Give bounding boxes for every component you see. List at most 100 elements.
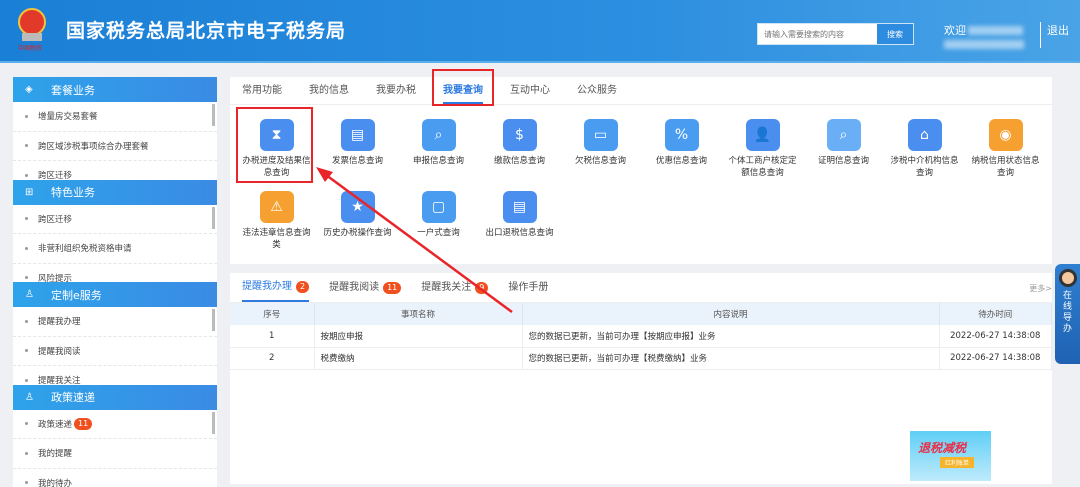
more-link[interactable]: 更多> (1029, 283, 1052, 294)
svg-text:中国税务: 中国税务 (18, 44, 42, 52)
sidebar-item[interactable]: 跨区域涉税事项综合办理套餐 (13, 132, 217, 161)
logout-link[interactable]: 退出 (1047, 22, 1069, 38)
tab-1[interactable]: 我的信息 (309, 77, 349, 104)
function-item[interactable]: ★ 历史办税操作查询 (317, 185, 398, 257)
function-label: 纳税信用状态信息查询 (971, 156, 1040, 178)
guide-char: 在 (1062, 291, 1072, 301)
function-label: 优惠信息查询 (655, 156, 707, 166)
sidebar-item-label: 跨区迁移 (38, 171, 73, 180)
count-badge: 11 (74, 417, 93, 430)
function-item[interactable]: 👤 个体工商户核定定额信息查询 (722, 113, 803, 185)
sidebar-item[interactable]: 非营利组织免税资格申请 (13, 234, 217, 264)
money-bag-icon: $ (502, 119, 537, 151)
main-tabs: 常用功能 我的信息 我要办税 我要查询 互动中心 公众服务 (230, 77, 1052, 105)
user-icon: ♙ (25, 289, 34, 300)
banner-subtitle: 红利账单 (940, 457, 975, 468)
sidebar-section-header[interactable]: ♙ 政策速递 (13, 384, 217, 410)
table-cell: 2022-06-27 14:38:08 (939, 347, 1052, 370)
function-item[interactable]: ⌕ 申报信息查询 (398, 113, 479, 185)
tab-0[interactable]: 常用功能 (242, 77, 282, 104)
sidebar-section-header[interactable]: ◈ 套餐业务 (13, 77, 217, 102)
sidebar-item-label: 我的提醒 (38, 449, 73, 460)
function-item[interactable]: % 优惠信息查询 (641, 113, 722, 185)
tax-refund-banner[interactable]: 退税减税 红利账单 (910, 431, 991, 481)
tab-4[interactable]: 互动中心 (510, 77, 550, 104)
sidebar-section-header[interactable]: ⊞ 特色业务 (13, 179, 217, 205)
sidebar-item[interactable]: 提醒我办理 (13, 307, 217, 337)
function-label: 一户式查询 (417, 228, 460, 238)
function-item[interactable]: $ 缴款信息查询 (479, 113, 560, 185)
sidebar-section-header[interactable]: ♙ 定制e服务 (13, 282, 217, 307)
sidebar-item-label: 提醒我关注 (38, 376, 81, 385)
sidebar-section: ◈ 套餐业务增量房交易套餐跨区域涉税事项综合办理套餐 跨区迁移 (13, 77, 217, 180)
scrollbar[interactable] (212, 206, 215, 229)
sidebar-item[interactable]: 增量房交易套餐 (13, 102, 217, 132)
receipt-search-icon: ▤ (502, 191, 537, 223)
function-item[interactable]: ⚠ 违法违章信息查询类 (236, 185, 317, 257)
table-cell: 按期应申报 (314, 325, 523, 348)
reminder-tab-3[interactable]: 操作手册 (508, 273, 548, 302)
sidebar-item[interactable]: 我的待办 (13, 469, 217, 487)
function-item[interactable]: ◉ 纳税信用状态信息查询 (965, 113, 1046, 185)
hourglass-icon: ⧗ (259, 119, 294, 151)
table-cell: 2 (230, 347, 315, 370)
sidebar-item-label: 政策速递 (38, 419, 73, 430)
online-guide-button[interactable]: 在 线 导 办 (1055, 264, 1080, 364)
function-item[interactable]: ⌕ 证明信息查询 (803, 113, 884, 185)
browser-search-icon: ⌕ (421, 119, 456, 151)
table-row[interactable]: 2 税费缴纳 您的数据已更新，当前可办理【税费缴纳】业务 2022-06-27 14:… (230, 347, 1052, 370)
table-cell: 2022-06-27 14:38:08 (939, 325, 1052, 348)
function-item[interactable]: ⌂ 涉税中介机构信息查询 (884, 113, 965, 185)
section-title: 套餐业务 (51, 83, 95, 97)
assistant-avatar-icon (1058, 269, 1077, 287)
sidebar-item[interactable]: 跨区迁移 (13, 161, 217, 180)
sidebar-item[interactable]: 风险提示 (13, 264, 217, 282)
sidebar-item[interactable]: 提醒我关注 (13, 366, 217, 385)
table-cell: 1 (230, 325, 315, 348)
discount-tag-icon: % (664, 119, 699, 151)
function-label: 涉税中介机构信息查询 (890, 156, 959, 178)
function-label: 违法违章信息查询类 (242, 228, 311, 250)
function-item[interactable]: ▭ 欠税信息查询 (560, 113, 641, 185)
invoice-search-icon: ▤ (340, 119, 375, 151)
col-desc: 内容说明 (522, 303, 940, 325)
function-item[interactable]: ▢ 一户式查询 (398, 185, 479, 257)
reminder-tab-0[interactable]: 提醒我办理 2 (242, 273, 310, 302)
site-header: 中国税务 国家税务总局北京市电子税务局 搜索 欢迎 退出 (0, 0, 1080, 63)
table-row[interactable]: 1 按期应申报 您的数据已更新，当前可办理【按期应申报】业务 2022-06-27 1… (230, 325, 1052, 348)
reminder-tab-1[interactable]: 提醒我阅读 11 (329, 273, 402, 302)
blurred-username (968, 26, 1023, 35)
reminder-tabs: 提醒我办理 2 提醒我阅读 11 提醒我关注 9 操作手册 更多> (230, 273, 1052, 303)
scrollbar[interactable] (212, 411, 215, 434)
sidebar-item-label: 跨区域涉税事项综合办理套餐 (38, 141, 149, 152)
guide-char: 办 (1062, 324, 1072, 334)
reminder-tab-2[interactable]: 提醒我关注 9 (421, 273, 489, 302)
sidebar-item[interactable]: 政策速递 11 (13, 410, 217, 439)
search-input[interactable] (758, 24, 877, 44)
scrollbar[interactable] (212, 309, 215, 331)
sidebar-item[interactable]: 我的提醒 (13, 439, 217, 469)
scrollbar[interactable] (212, 104, 215, 126)
sidebar-item[interactable]: 跨区迁移 (13, 205, 217, 234)
section-title: 政策速递 (51, 391, 95, 404)
sidebar-item-label: 提醒我阅读 (38, 346, 81, 357)
sidebar-item-label: 非营利组织免税资格申请 (38, 244, 132, 255)
site-title: 国家税务总局北京市电子税务局 (66, 20, 347, 42)
function-item[interactable]: ▤ 出口退税信息查询 (479, 185, 560, 257)
function-label: 申报信息查询 (412, 156, 464, 166)
tab-2[interactable]: 我要办税 (376, 77, 416, 104)
function-item[interactable]: ▤ 发票信息查询 (317, 113, 398, 185)
user-icon: ♙ (25, 391, 34, 403)
warning-hand-icon: ⚠ (259, 191, 294, 223)
tab-label: 提醒我关注 (421, 281, 472, 293)
document-search-icon: ⌕ (826, 119, 861, 151)
function-item[interactable]: ⧗ 办税进度及结果信息查询 (236, 113, 317, 185)
tab-3[interactable]: 我要查询 (443, 77, 483, 104)
tab-5[interactable]: 公众服务 (577, 77, 617, 104)
sidebar-section: ♙ 政策速递 政策速递 11 我的提醒 我的待办 (13, 384, 217, 487)
divider (1040, 22, 1041, 48)
welcome-text: 欢迎 (944, 24, 966, 37)
sidebar-item-label: 增量房交易套餐 (38, 112, 98, 123)
search-button[interactable]: 搜索 (877, 24, 913, 44)
sidebar-item[interactable]: 提醒我阅读 (13, 337, 217, 366)
